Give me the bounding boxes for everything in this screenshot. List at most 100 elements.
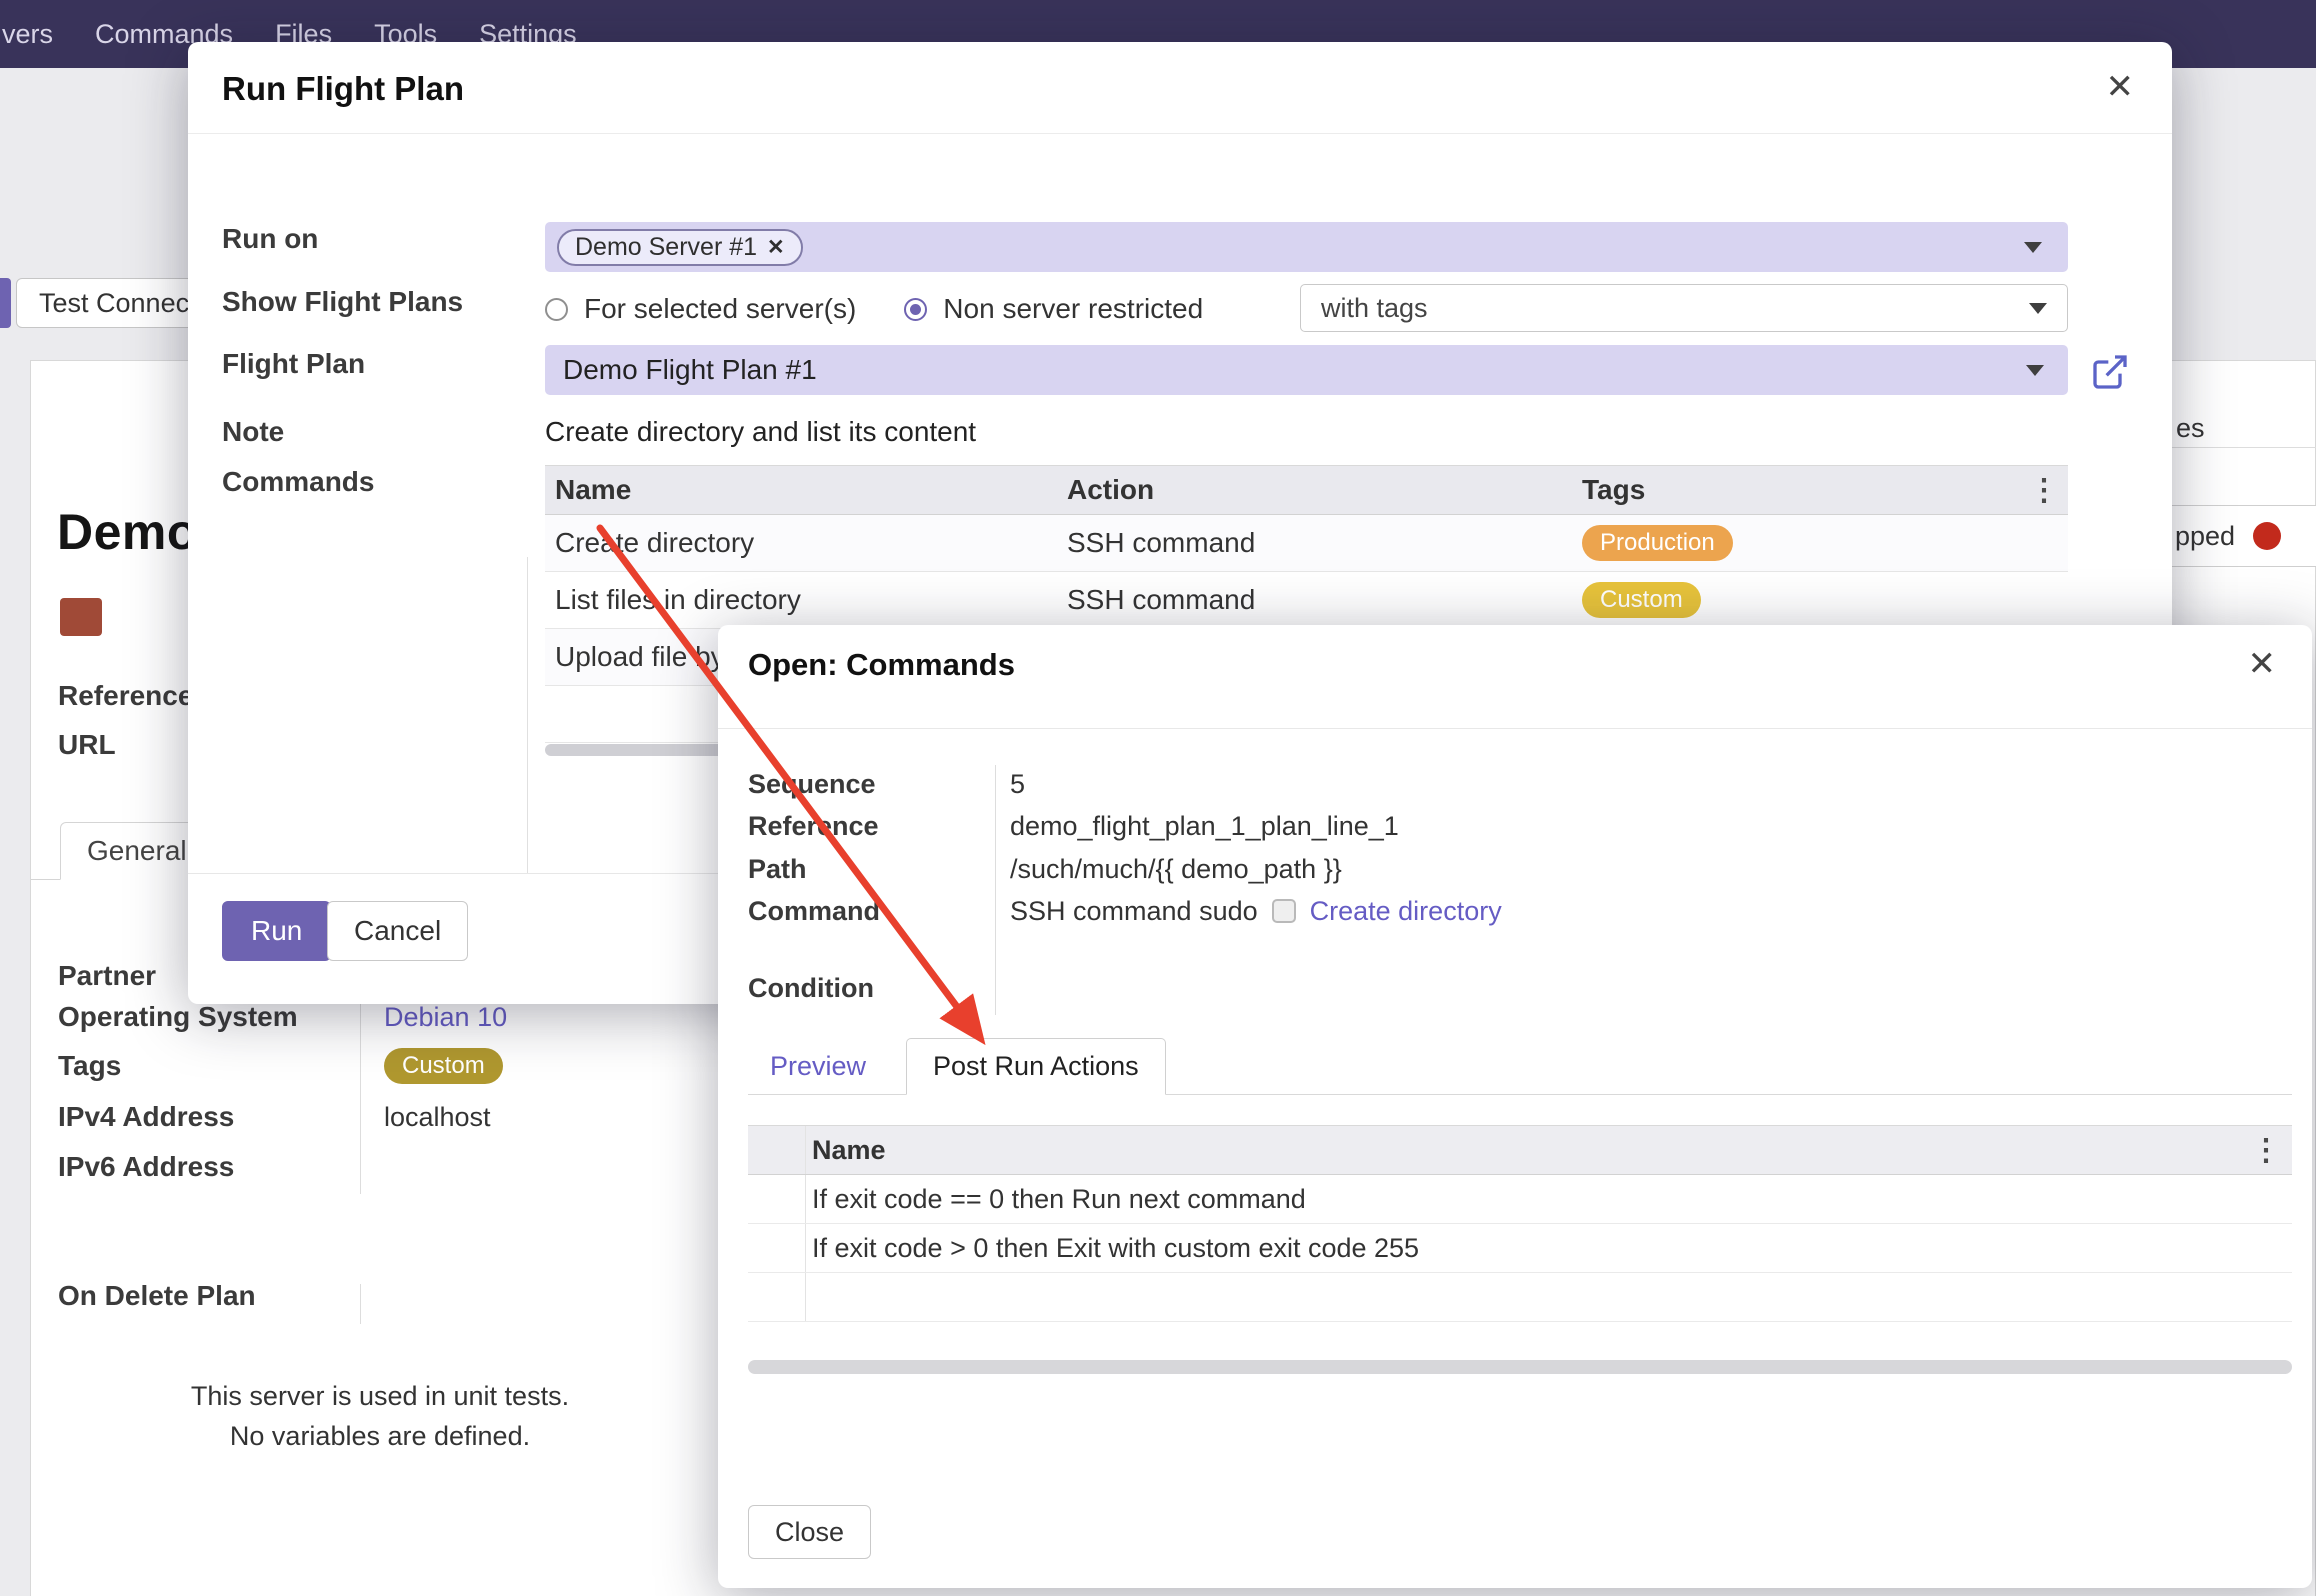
close-icon[interactable]: ✕: [2248, 647, 2277, 681]
post-run-actions-table: Name ⋮ If exit code == 0 then Run next c…: [748, 1125, 2292, 1322]
on-delete-plan-label: On Delete Plan: [58, 1276, 256, 1316]
cancel-button[interactable]: Cancel: [327, 901, 468, 961]
radio-for-selected-servers[interactable]: [545, 298, 568, 321]
field-reference: Reference demo_flight_plan_1_plan_line_1: [748, 806, 1399, 846]
flight-plan-select[interactable]: Demo Flight Plan #1: [545, 345, 2068, 395]
table-row[interactable]: Create directory SSH command Production: [545, 515, 2068, 572]
open-commands-dialog: Open: Commands ✕ Sequence 5 Reference de…: [718, 625, 2312, 1588]
status-dot: [2253, 522, 2281, 550]
table-row[interactable]: If exit code == 0 then Run next command: [748, 1175, 2292, 1224]
run-button[interactable]: Run: [222, 901, 331, 961]
notebook-tabs: Preview Post Run Actions: [748, 1038, 2292, 1095]
run-on-select[interactable]: Demo Server #1 ✕: [545, 222, 2068, 272]
divider: [2172, 447, 2316, 448]
server-color-swatch[interactable]: [60, 598, 102, 636]
flight-plan-note-text: Create directory and list its content: [545, 412, 976, 452]
field-condition: Condition: [748, 968, 1010, 1008]
with-tags-value: with tags: [1321, 293, 1428, 324]
server-notes: This server is used in unit tests. No va…: [60, 1376, 700, 1456]
close-icon[interactable]: ✕: [2106, 70, 2135, 104]
field-command: Command SSH command sudo Create director…: [748, 891, 1502, 931]
cell-name: If exit code == 0 then Run next command: [806, 1184, 2234, 1215]
reference-value: demo_flight_plan_1_plan_line_1: [1010, 811, 1399, 842]
cell-name: Create directory: [545, 527, 1057, 559]
path-label: Path: [748, 854, 998, 885]
command-value: SSH command sudo: [1010, 896, 1258, 927]
sequence-value: 5: [1010, 769, 1025, 800]
cell-name: If exit code > 0 then Exit with custom e…: [806, 1233, 2234, 1264]
with-tags-select[interactable]: with tags: [1300, 284, 2068, 332]
radio-non-server-restricted[interactable]: [904, 298, 927, 321]
field-path: Path /such/much/{{ demo_path }}: [748, 849, 1342, 889]
create-directory-checkbox[interactable]: [1272, 899, 1296, 923]
screenshot-root: vers Commands Files Tools Settings Test …: [0, 0, 2316, 1596]
note-label: Note: [222, 412, 284, 452]
field-sequence: Sequence 5: [748, 764, 1025, 804]
note-line: This server is used in unit tests.: [60, 1376, 700, 1416]
divider: [360, 1284, 361, 1324]
col-header-name: Name: [806, 1135, 2234, 1166]
caret-down-icon: [2029, 303, 2047, 314]
caret-down-icon: [2026, 365, 2044, 376]
kebab-menu-icon[interactable]: ⋮: [2010, 473, 2068, 508]
server-chip-label: Demo Server #1: [575, 233, 757, 262]
table-row[interactable]: List files in directory SSH command Cust…: [545, 572, 2068, 629]
commands-table-header: Name Action Tags ⋮: [545, 465, 2068, 515]
ipv4-label: IPv4 Address: [58, 1097, 234, 1137]
kebab-menu-icon[interactable]: ⋮: [2234, 1133, 2292, 1168]
col-header-action: Action: [1057, 474, 1572, 506]
flight-plan-label: Flight Plan: [222, 344, 365, 384]
ipv6-label: IPv6 Address: [58, 1147, 234, 1187]
radio-non-server-restricted-label[interactable]: Non server restricted: [943, 293, 1203, 325]
col-header-name: Name: [545, 474, 1057, 506]
tags-value: Custom: [384, 1046, 503, 1086]
create-directory-link[interactable]: Create directory: [1310, 896, 1502, 927]
close-button[interactable]: Close: [748, 1505, 871, 1559]
command-label: Command: [748, 896, 998, 927]
tag-badge: Production: [1582, 525, 1733, 561]
post-run-actions-header: Name ⋮: [748, 1125, 2292, 1175]
server-scope-radios: For selected server(s) Non server restri…: [545, 286, 1203, 332]
navbar-item-servers[interactable]: vers: [2, 19, 53, 50]
radio-for-selected-servers-label[interactable]: For selected server(s): [584, 293, 856, 325]
caret-down-icon: [2024, 242, 2042, 253]
tag-badge: Custom: [1582, 582, 1701, 618]
divider: [718, 728, 2312, 729]
note-line: No variables are defined.: [60, 1416, 700, 1456]
divider: [527, 557, 528, 873]
cell-action: SSH command: [1057, 527, 1572, 559]
cell-name: List files in directory: [545, 584, 1057, 616]
show-flight-plans-label: Show Flight Plans: [222, 282, 463, 322]
horizontal-scrollbar[interactable]: [748, 1360, 2292, 1374]
tab-general-label: General: [87, 835, 187, 867]
tags-label: Tags: [58, 1046, 121, 1086]
url-label: URL: [58, 725, 116, 765]
run-on-label: Run on: [222, 219, 318, 259]
ipv4-value: localhost: [384, 1097, 491, 1137]
test-connection-label: Test Connec: [39, 288, 189, 319]
flight-plan-value: Demo Flight Plan #1: [563, 354, 817, 386]
edge-button-fragment[interactable]: [0, 278, 11, 328]
divider: [995, 765, 996, 1015]
sequence-label: Sequence: [748, 769, 998, 800]
reference-label: Reference: [748, 811, 998, 842]
cell-action: SSH command: [1057, 584, 1572, 616]
dialog-title: Run Flight Plan: [222, 70, 464, 108]
commands-label: Commands: [222, 462, 374, 502]
server-name-heading: Demo: [57, 503, 198, 561]
external-link-icon[interactable]: [2090, 352, 2130, 392]
partner-label: Partner: [58, 956, 156, 996]
table-row-empty: [748, 1273, 2292, 1322]
status-label-fragment: pped: [2175, 521, 2235, 552]
selector-column: [748, 1126, 806, 1174]
test-connection-button[interactable]: Test Connec: [16, 278, 212, 328]
chip-remove-icon[interactable]: ✕: [767, 235, 785, 260]
condition-label: Condition: [748, 973, 998, 1004]
tab-preview[interactable]: Preview: [748, 1038, 888, 1094]
server-chip[interactable]: Demo Server #1 ✕: [557, 229, 803, 266]
divider: [188, 133, 2172, 134]
tab-post-run-actions[interactable]: Post Run Actions: [906, 1038, 1166, 1095]
tab-label-fragment[interactable]: es: [2176, 410, 2205, 446]
dialog-title: Open: Commands: [748, 647, 1015, 683]
table-row[interactable]: If exit code > 0 then Exit with custom e…: [748, 1224, 2292, 1273]
